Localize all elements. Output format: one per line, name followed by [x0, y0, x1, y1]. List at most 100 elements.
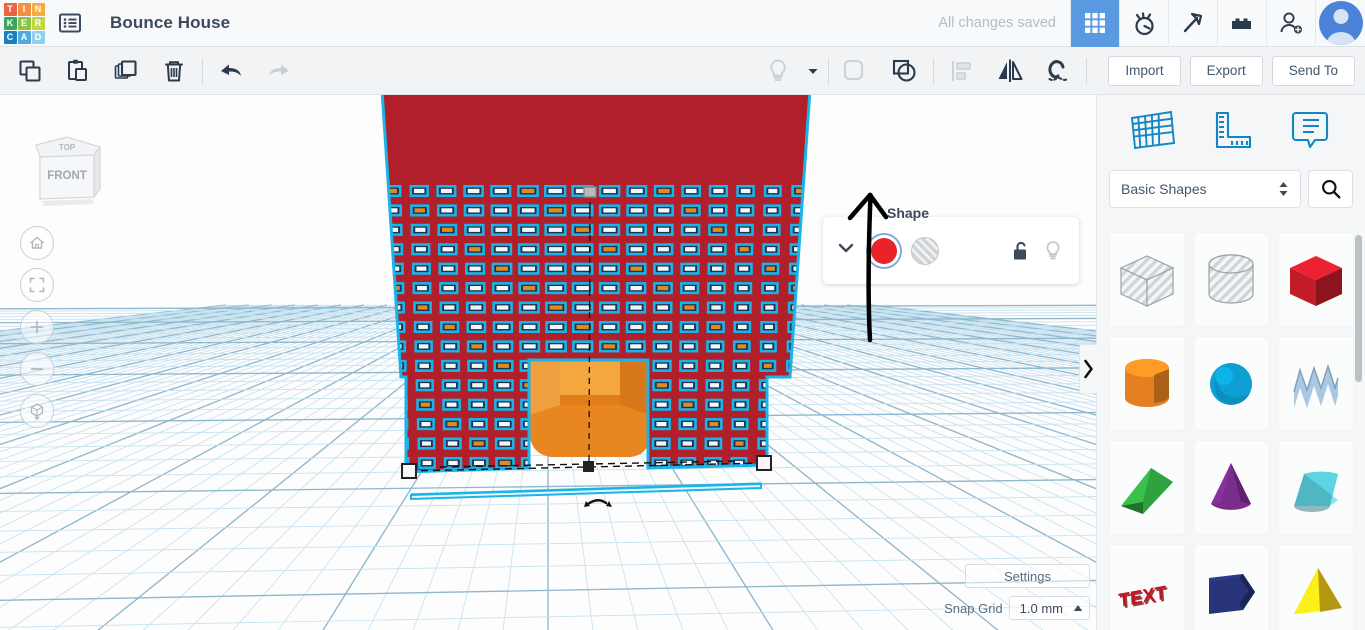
wall-hole-inner	[468, 208, 480, 213]
wall-hole-inner	[549, 285, 563, 291]
height-handle[interactable]	[583, 186, 597, 198]
wall-hole-inner	[413, 188, 425, 194]
ungroup-button[interactable]	[881, 47, 929, 95]
hole-swatch[interactable]	[911, 236, 939, 265]
shape-roof-thumb	[1120, 467, 1173, 514]
grid-3x3-icon	[1085, 13, 1105, 33]
design-canvas[interactable]: TOP FRONT Shape Settings Snap Grid 1.0 m…	[0, 95, 1096, 630]
copy-button[interactable]	[6, 47, 54, 95]
logo-tile-a: A	[17, 30, 31, 44]
sidebar-tabs	[1097, 95, 1365, 165]
lightbulb-icon[interactable]	[1043, 239, 1063, 263]
shape-category-dropdown[interactable]: Basic Shapes	[1109, 170, 1301, 208]
tab-circuits[interactable]	[1119, 0, 1168, 47]
import-button[interactable]: Import	[1108, 55, 1181, 86]
wall-hole-inner	[683, 383, 694, 388]
wall-hole-inner	[737, 324, 747, 330]
paste-button[interactable]	[54, 47, 102, 95]
search-button[interactable]	[1308, 170, 1353, 208]
shape-gallery-scrollbar[interactable]	[1355, 235, 1362, 382]
mirror-flip-icon	[998, 59, 1023, 82]
user-account-button[interactable]	[1315, 0, 1365, 47]
invite-people-button[interactable]	[1266, 0, 1315, 47]
view-cube[interactable]: TOP FRONT	[22, 127, 108, 213]
wall-hole-inner	[447, 441, 458, 446]
send-to-button[interactable]: Send To	[1271, 55, 1355, 86]
wall-hole	[786, 340, 804, 353]
wall-hole-inner	[549, 266, 563, 271]
rotation-handle[interactable]	[586, 499, 608, 506]
zoom-out-button[interactable]	[20, 352, 54, 386]
shape-cylinder-thumb	[1124, 358, 1169, 407]
redo-button[interactable]	[255, 47, 303, 95]
align-button[interactable]	[938, 47, 986, 95]
wall-hole-inner	[630, 227, 643, 232]
snap-grid-value-dropdown[interactable]: 1.0 mm	[1008, 596, 1090, 620]
wall-hole-inner	[684, 324, 695, 330]
shape-round-roof[interactable]: Round Roof	[1278, 440, 1354, 535]
updown-caret-icon	[1279, 182, 1288, 196]
shape-box-hole[interactable]: Box Hole	[1109, 232, 1185, 327]
wall-hole-inner	[710, 363, 720, 368]
wall-hole-inner	[603, 208, 616, 213]
circuits-icon	[1135, 12, 1154, 36]
settings-button[interactable]: Settings	[965, 564, 1090, 588]
snap-magnet-button[interactable]	[1034, 47, 1082, 95]
model-3d[interactable]	[0, 95, 1096, 630]
duplicate-button[interactable]	[102, 47, 150, 95]
export-button[interactable]: Export	[1189, 55, 1263, 86]
unlock-icon[interactable]	[1011, 240, 1031, 262]
shape-box[interactable]: Box	[1278, 232, 1354, 327]
wall-hole-inner	[766, 247, 776, 252]
collapse-sidebar-button[interactable]	[1079, 344, 1097, 394]
wall-hole-inner	[395, 421, 404, 427]
shape-panel-collapse-button[interactable]	[835, 237, 857, 264]
wall-hole-inner	[657, 324, 668, 330]
shape-gallery[interactable]: Box HoleCylinder HoleBox CylinderSphereSc…	[1097, 226, 1365, 630]
wall-hole-inner	[441, 227, 453, 232]
notes-tab[interactable]	[1279, 104, 1341, 156]
main-menu-button[interactable]	[46, 0, 94, 47]
toolbar-divider	[828, 57, 830, 84]
wall-hole-inner	[737, 344, 747, 349]
zoom-in-button[interactable]	[20, 310, 54, 344]
wall-hole-inner	[521, 208, 535, 213]
wall-hole-inner	[656, 402, 667, 407]
shape-cylinder-hole[interactable]: Cylinder Hole	[1193, 232, 1270, 327]
light-dropdown-button[interactable]	[802, 47, 824, 95]
center-handle[interactable]	[583, 461, 594, 472]
wall-hole-inner	[549, 324, 563, 330]
shape-polygon[interactable]: Polygon	[1193, 544, 1270, 630]
tinkercad-logo[interactable]: TINKERCAD	[2, 1, 46, 45]
group-button[interactable]	[833, 47, 881, 95]
shape-cone[interactable]: Cone	[1193, 440, 1270, 535]
shape-text[interactable]: TEXTTEXTTEXT	[1109, 544, 1185, 630]
delete-button[interactable]	[150, 47, 198, 95]
undo-button[interactable]	[207, 47, 255, 95]
shape-scribble[interactable]: Scribble	[1278, 336, 1354, 431]
tab-3d-design[interactable]	[1070, 0, 1119, 47]
fit-view-button[interactable]	[20, 268, 54, 302]
wall-hole-inner	[740, 188, 751, 194]
resize-handle-right[interactable]	[756, 455, 772, 471]
wall-hole-inner	[630, 285, 642, 291]
tab-bricks[interactable]	[1217, 0, 1266, 47]
shape-cylinder[interactable]: Cylinder	[1109, 336, 1185, 431]
solid-color-swatch[interactable]	[871, 237, 897, 264]
tab-codeblocks[interactable]	[1168, 0, 1217, 47]
mirror-button[interactable]	[986, 47, 1034, 95]
workplane-tab[interactable]	[1121, 104, 1183, 156]
shape-sphere[interactable]: Sphere	[1193, 336, 1270, 431]
wall-hole-inner	[767, 227, 777, 232]
edit-toolbar: Import Export Send To	[0, 47, 1365, 95]
ortho-perspective-button[interactable]	[20, 394, 54, 428]
resize-handle-left[interactable]	[401, 463, 417, 479]
ruler-tab[interactable]	[1200, 104, 1262, 156]
shape-pyramid[interactable]: Pyramid	[1278, 544, 1354, 630]
shape-roof[interactable]: Roof	[1109, 440, 1185, 535]
wall-hole-inner	[495, 227, 508, 232]
undo-arrow-icon	[221, 64, 241, 76]
home-view-button[interactable]	[20, 226, 54, 260]
workplane-light-button[interactable]	[754, 47, 802, 95]
add-person-icon	[1280, 12, 1302, 34]
